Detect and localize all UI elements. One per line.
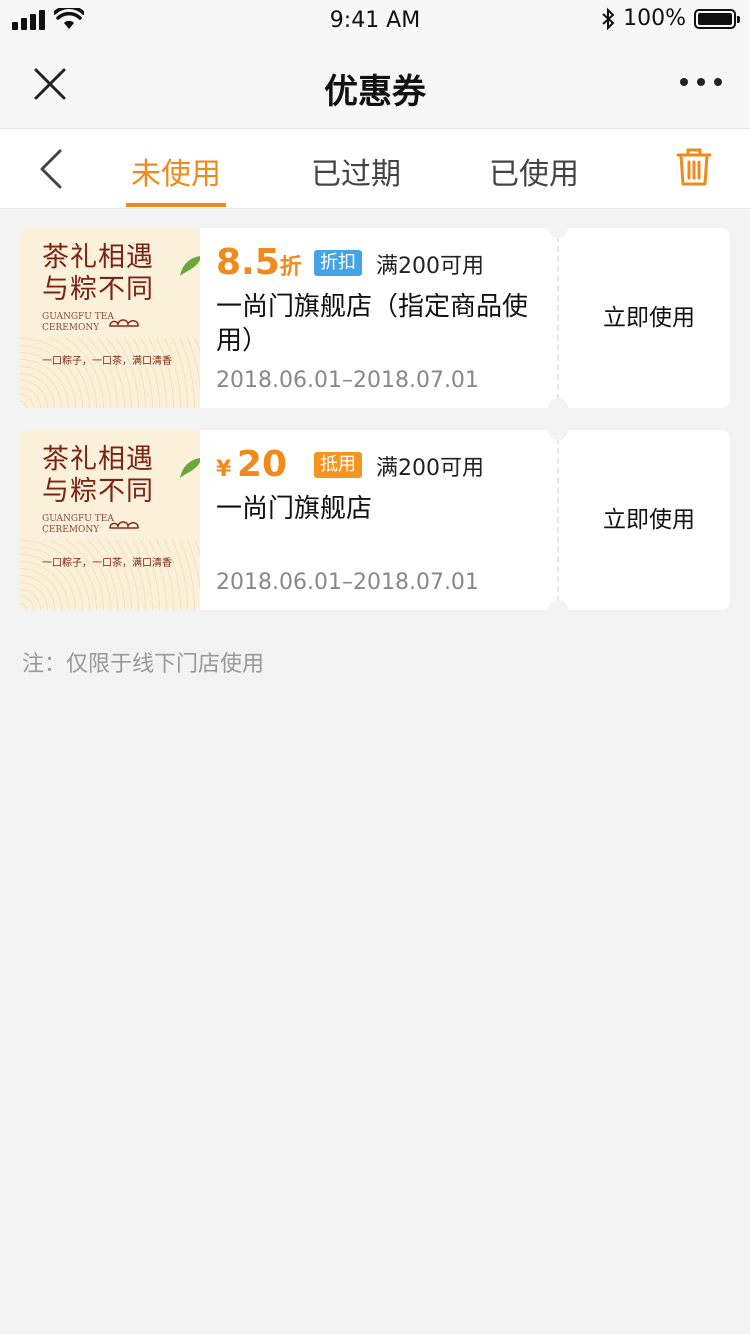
image-slogan: 一口粽子，一口茶，满口清香 (42, 356, 172, 367)
leaf-icon (180, 256, 200, 276)
coupon-card[interactable]: 茶礼相遇 与粽不同 GUANGFU TEA CEREMONY 一口粽子，一口茶，… (20, 430, 730, 610)
coupon-amount: ¥ 20 (216, 444, 287, 485)
status-right: 100% (601, 6, 740, 31)
coupon-store: 一尚门旗舰店 (216, 494, 373, 524)
leaf-icon (180, 458, 200, 478)
image-subtitle: GUANGFU TEA CEREMONY (42, 312, 114, 333)
usage-note: 注：仅限于线下门店使用 (22, 652, 265, 677)
tab-used[interactable]: 已使用 (486, 149, 582, 193)
nav-bar: 优惠券 (0, 40, 750, 129)
image-subtitle: GUANGFU TEA CEREMONY (42, 514, 114, 535)
coupon-card[interactable]: 茶礼相遇 与粽不同 GUANGFU TEA CEREMONY 一口粽子，一口茶，… (20, 228, 730, 408)
coupon-condition: 满200可用 (376, 456, 484, 481)
coupon-divider (557, 438, 559, 602)
tab-unused[interactable]: 未使用 (128, 149, 224, 193)
coupon-date: 2018.06.01–2018.07.01 (216, 368, 479, 393)
tab-expired[interactable]: 已过期 (308, 149, 404, 193)
more-icon[interactable] (680, 78, 722, 86)
cloud-ornament-icon (109, 319, 139, 327)
cloud-ornament-icon (109, 521, 139, 529)
coupon-divider (557, 236, 559, 400)
back-icon[interactable] (36, 147, 66, 191)
use-now-button[interactable]: 立即使用 (568, 430, 730, 610)
coupon-condition: 满200可用 (376, 254, 484, 279)
battery-icon (694, 8, 740, 29)
active-tab-indicator (126, 203, 226, 207)
use-now-button[interactable]: 立即使用 (568, 228, 730, 408)
trash-icon[interactable] (676, 147, 712, 187)
coupon-info: ¥ 20 抵用 满200可用 一尚门旗舰店 2018.06.01–2018.07… (216, 430, 556, 610)
coupon-image: 茶礼相遇 与粽不同 GUANGFU TEA CEREMONY 一口粽子，一口茶，… (20, 228, 200, 408)
bluetooth-icon (602, 7, 615, 30)
image-slogan: 一口粽子，一口茶，满口清香 (42, 558, 172, 569)
coupon-notch (548, 600, 568, 610)
battery-percent: 100% (623, 6, 686, 31)
coupon-date: 2018.06.01–2018.07.01 (216, 570, 479, 595)
coupon-notch (548, 398, 568, 408)
tab-bar: 未使用 已过期 已使用 (0, 129, 750, 209)
coupon-amount: 8.5折 (216, 242, 302, 283)
coupon-image: 茶礼相遇 与粽不同 GUANGFU TEA CEREMONY 一口粽子，一口茶，… (20, 430, 200, 610)
status-bar: 9:41 AM 100% (0, 0, 750, 40)
image-title: 茶礼相遇 与粽不同 (42, 242, 154, 305)
coupon-info: 8.5折 折扣 满200可用 一尚门旗舰店（指定商品使用） 2018.06.01… (216, 228, 556, 408)
voucher-badge: 抵用 (314, 452, 362, 478)
discount-badge: 折扣 (314, 250, 362, 276)
coupon-store: 一尚门旗舰店（指定商品使用） (216, 292, 529, 356)
page-title: 优惠券 (324, 72, 426, 112)
image-title: 茶礼相遇 与粽不同 (42, 444, 154, 507)
